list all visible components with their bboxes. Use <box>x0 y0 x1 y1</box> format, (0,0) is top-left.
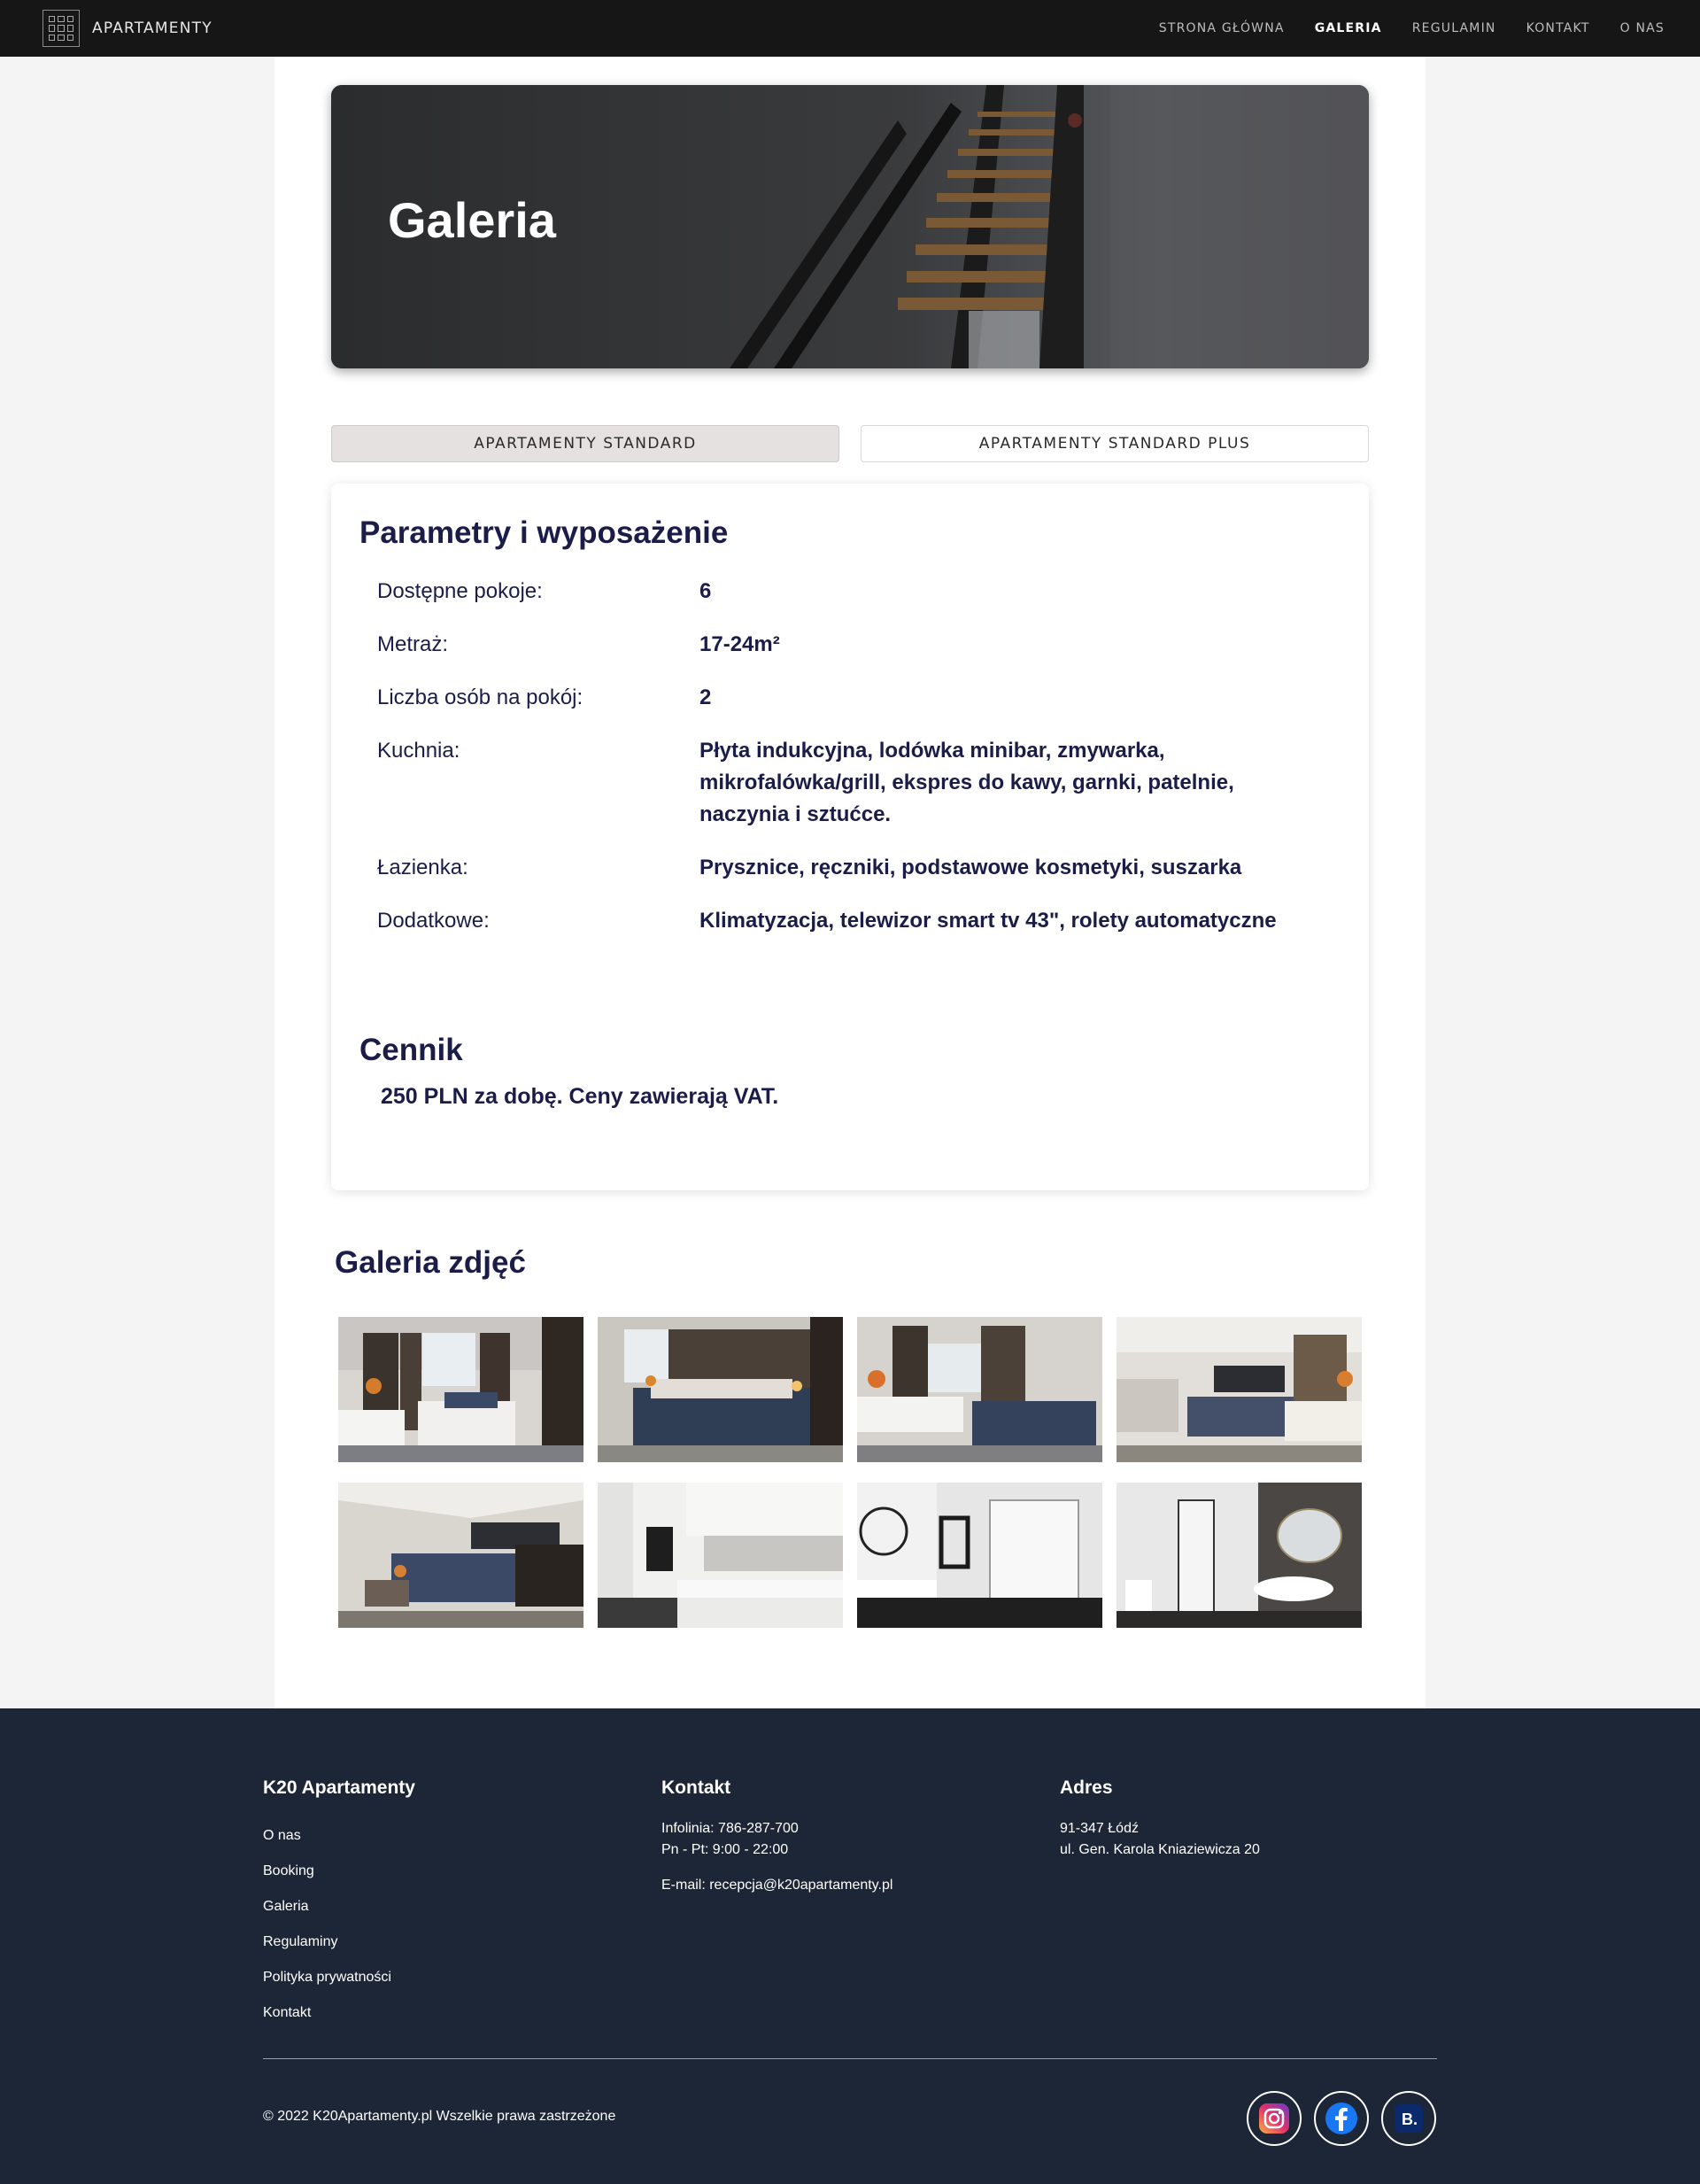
top-navbar: APARTAMENTY STRONA GŁÓWNA GALERIA REGULA… <box>0 0 1700 57</box>
gallery-photo-6[interactable] <box>598 1483 843 1628</box>
footer-link-privacy[interactable]: Polityka prywatności <box>263 1960 415 1995</box>
pricing-heading: Cennik <box>359 1033 463 1067</box>
footer-address-heading: Adres <box>1060 1777 1113 1798</box>
page-title: Galeria <box>388 192 556 248</box>
gallery-heading: Galeria zdjęć <box>335 1245 526 1280</box>
footer-link-contact[interactable]: Kontakt <box>263 1995 415 2031</box>
footer-phone[interactable]: Infolinia: 786-287-700 <box>661 1818 892 1839</box>
footer-link-about[interactable]: O nas <box>263 1818 415 1854</box>
param-value-rooms: 6 <box>699 579 712 603</box>
gallery-photo-3[interactable] <box>857 1317 1102 1462</box>
building-logo-icon <box>42 10 80 47</box>
footer-address-line-1: 91-347 Łódź <box>1060 1821 1139 1836</box>
footer-link-booking[interactable]: Booking <box>263 1854 415 1889</box>
parameters-heading: Parametry i wyposażenie <box>359 515 729 550</box>
pricing-text: 250 PLN za dobę. Ceny zawierają VAT. <box>381 1084 779 1109</box>
footer-address-line-2: ul. Gen. Karola Kniaziewicza 20 <box>1060 1842 1260 1857</box>
nav-item-rules[interactable]: REGULAMIN <box>1412 21 1496 35</box>
booking-icon[interactable]: B. <box>1381 2091 1436 2146</box>
nav-item-home[interactable]: STRONA GŁÓWNA <box>1159 21 1285 35</box>
brand[interactable]: APARTAMENTY <box>42 10 212 47</box>
gallery-photo-4[interactable] <box>1117 1317 1362 1462</box>
gallery-photo-5[interactable] <box>338 1483 583 1628</box>
footer-hours: Pn - Pt: 9:00 - 22:00 <box>661 1842 789 1857</box>
footer-company-heading: K20 Apartamenty <box>263 1777 415 1798</box>
param-label-guests: Liczba osób na pokój: <box>377 685 583 709</box>
gallery-photo-2[interactable] <box>598 1317 843 1462</box>
instagram-icon[interactable] <box>1247 2091 1302 2146</box>
hero-banner: Galeria <box>331 85 1369 368</box>
param-label-rooms: Dostępne pokoje: <box>377 579 543 603</box>
facebook-icon[interactable] <box>1314 2091 1369 2146</box>
footer-email[interactable]: E-mail: recepcja@k20apartamenty.pl <box>661 1875 892 1896</box>
footer-column-company: K20 Apartamenty O nas Booking Galeria Re… <box>263 1777 415 2031</box>
param-label-area: Metraż: <box>377 632 449 656</box>
footer-link-rules[interactable]: Regulaminy <box>263 1925 415 1960</box>
param-value-bathroom: Prysznice, ręczniki, podstawowe kosmetyk… <box>699 856 1242 879</box>
param-value-kitchen: Płyta indukcyjna, lodówka minibar, zmywa… <box>699 739 1234 826</box>
param-label-kitchen: Kuchnia: <box>377 739 460 763</box>
nav-item-gallery[interactable]: GALERIA <box>1315 21 1382 35</box>
tab-apartamenty-standard[interactable]: APARTAMENTY STANDARD <box>331 425 839 462</box>
footer-contact-heading: Kontakt <box>661 1777 731 1798</box>
gallery-photo-8[interactable] <box>1117 1483 1362 1628</box>
param-value-guests: 2 <box>699 685 712 709</box>
gallery-photo-7[interactable] <box>857 1483 1102 1628</box>
footer-column-contact: Kontakt Infolinia: 786-287-700 Pn - Pt: … <box>661 1777 892 1896</box>
gallery-photo-1[interactable] <box>338 1317 583 1462</box>
site-footer: K20 Apartamenty O nas Booking Galeria Re… <box>0 1708 1700 2184</box>
copyright-text: © 2022 K20Apartamenty.pl Wszelkie prawa … <box>263 2109 616 2124</box>
footer-divider <box>263 2058 1437 2059</box>
param-label-bathroom: Łazienka: <box>377 856 468 879</box>
param-value-extras: Klimatyzacja, telewizor smart tv 43", ro… <box>699 909 1277 933</box>
main-nav: STRONA GŁÓWNA GALERIA REGULAMIN KONTAKT … <box>1159 21 1665 35</box>
param-label-extras: Dodatkowe: <box>377 909 490 933</box>
nav-item-contact[interactable]: KONTAKT <box>1526 21 1590 35</box>
tab-apartamenty-standard-plus[interactable]: APARTAMENTY STANDARD PLUS <box>861 425 1369 462</box>
footer-link-gallery[interactable]: Galeria <box>263 1889 415 1925</box>
param-value-area: 17-24m² <box>699 632 780 656</box>
nav-item-about[interactable]: O NAS <box>1620 21 1665 35</box>
footer-column-address: Adres 91-347 Łódź ul. Gen. Karola Kniazi… <box>1060 1777 1260 1861</box>
booking-glyph: B. <box>1402 2110 1418 2128</box>
brand-name: APARTAMENTY <box>92 19 212 37</box>
parameters-card: Parametry i wyposażenie Dostępne pokoje:… <box>331 484 1369 1190</box>
